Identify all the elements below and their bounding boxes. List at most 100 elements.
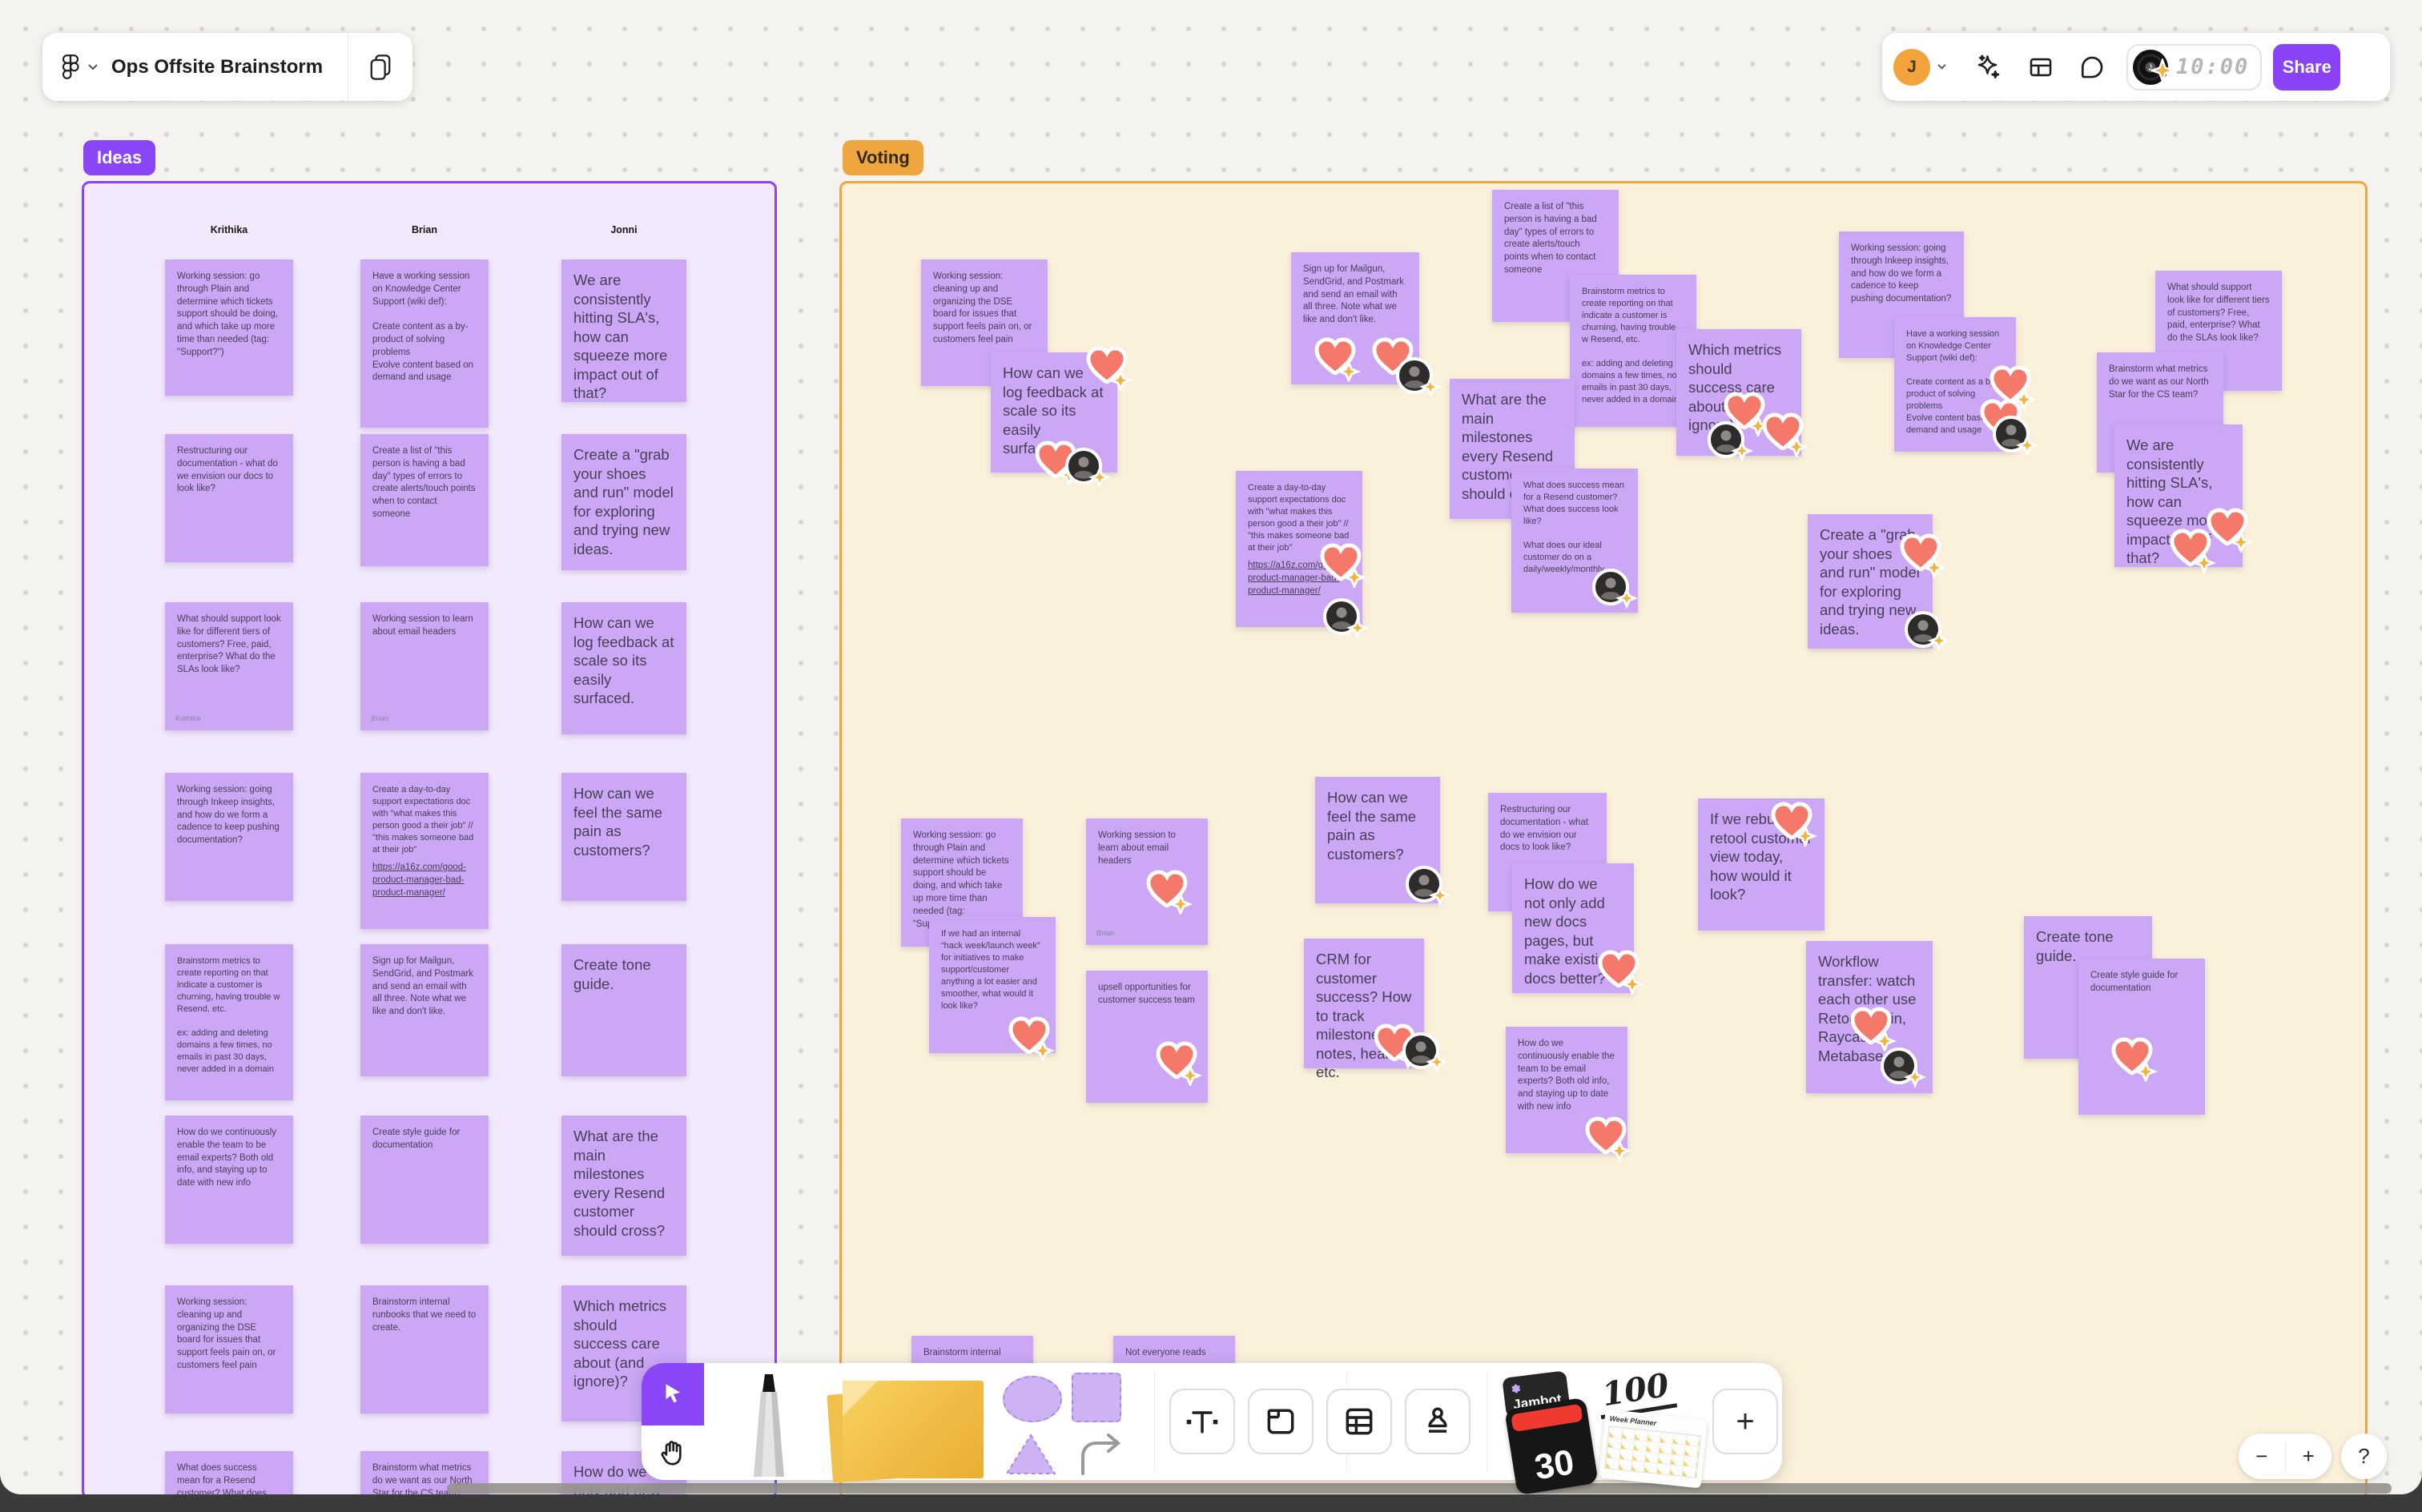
sticky-note-text: How can we log feedback at scale so its … <box>1003 364 1108 456</box>
sticky-note[interactable]: Have a working session on Knowledge Cent… <box>1894 317 2038 456</box>
sticky-note-text: Working session: going through Inkeep in… <box>177 785 283 846</box>
sticky-note[interactable]: How can we feel the same pain as custome… <box>561 773 686 901</box>
sticky-note[interactable]: How do we not only add new docs pages, b… <box>1512 863 1645 995</box>
sticky-note[interactable]: How can we feel the same pain as custome… <box>1315 777 1451 907</box>
sticky-note[interactable]: Working session: go through Plain and de… <box>165 259 293 396</box>
triangle-shape-tool[interactable] <box>1005 1432 1056 1477</box>
user-avatar[interactable]: J <box>1893 48 1930 86</box>
stamp-tool-button[interactable] <box>1405 1389 1470 1454</box>
sticky-note-text: Working session to learn about email hea… <box>1098 830 1179 866</box>
sticky-note[interactable]: Create a "grab your shoes and run" model… <box>561 434 686 570</box>
sticky-note[interactable]: Create a day-to-day support expectations… <box>1236 471 1369 639</box>
sticky-note[interactable]: What are the main milestones every Resen… <box>561 1116 686 1256</box>
sticky-note-text: Restructuring our documentation - what d… <box>177 446 281 494</box>
sticky-note-text: Create tone guide. <box>573 956 655 992</box>
sticky-note-text: We are consistently hitting SLA's, how c… <box>573 271 672 401</box>
sticky-note[interactable]: Working session: going through Inkeep in… <box>165 773 293 901</box>
sticky-note[interactable]: Sign up for Mailgun, SendGrid, and Postm… <box>360 944 489 1076</box>
chevron-down-icon[interactable] <box>87 63 99 71</box>
sticky-note-text: Working session: cleaning up and organiz… <box>933 271 1035 344</box>
ellipse-shape-tool[interactable] <box>1003 1376 1062 1422</box>
sticky-note[interactable]: Create a day-to-day support expectations… <box>360 773 489 929</box>
week-planner-widget[interactable]: Week Planner <box>1598 1409 1708 1489</box>
music-timer-widget[interactable]: ♪ 10:00 <box>2126 43 2263 90</box>
sticky-note[interactable]: Brainstorm internal runbooks that we nee… <box>360 1285 489 1413</box>
horizontal-scrollbar[interactable] <box>447 1483 2392 1494</box>
sticky-note-text: How can we feel the same pain as custome… <box>573 785 667 859</box>
help-button[interactable]: ? <box>2341 1434 2387 1479</box>
comment-bubble-icon[interactable] <box>2078 54 2106 81</box>
sticky-note[interactable]: If we had an internal “hack week/launch … <box>929 917 1056 1061</box>
text-tool-button[interactable] <box>1169 1389 1235 1454</box>
sticky-note-text: Brainstorm internal runbooks that we nee… <box>372 1297 479 1333</box>
sticky-note-text: Working session: go through Plain and de… <box>177 271 281 357</box>
marker-pen-tool[interactable] <box>725 1371 813 1478</box>
sticky-note[interactable]: Brainstorm metrics to create reporting o… <box>165 944 293 1100</box>
zoom-out-button[interactable]: − <box>2239 1444 2285 1469</box>
sticky-note[interactable]: If we rebuilt retool customer view today… <box>1698 798 1825 931</box>
sticky-note[interactable]: Working session to learn about email hea… <box>360 602 489 730</box>
sticky-note-text: How do we not only add new docs pages, b… <box>1524 875 1619 987</box>
select-tool-button[interactable] <box>642 1363 704 1426</box>
ideas-column-header-2: Brian <box>412 224 437 235</box>
sticky-note-text: How do we continuously enable the team t… <box>1518 1039 1618 1112</box>
pages-copy-icon[interactable] <box>348 53 412 82</box>
heart-sticker <box>1370 336 1419 382</box>
sticky-note[interactable]: Workflow transfer: watch each other use … <box>1806 941 1933 1093</box>
sticky-note-author: Brian <box>371 714 389 723</box>
sticky-note[interactable]: Create a "grab your shoes and run" model… <box>1808 514 1950 652</box>
sticky-note[interactable]: What does success mean for a Resend cust… <box>1511 468 1638 613</box>
sticky-note-text: Sign up for Mailgun, SendGrid, and Postm… <box>372 956 477 1017</box>
sticky-note[interactable]: Create style guide for documentation <box>360 1116 489 1244</box>
hand-icon <box>661 1441 682 1466</box>
heart-sticker <box>1312 336 1362 382</box>
section-label-voting[interactable]: Voting <box>843 140 923 175</box>
sticky-note[interactable]: Create style guide for documentation <box>2078 959 2205 1115</box>
sticky-note-link[interactable]: https://a16z.com/good-product-manager-ba… <box>1248 560 1350 597</box>
sticky-note[interactable]: What should support look like for differ… <box>165 602 293 730</box>
connector-arrow-tool[interactable] <box>1078 1429 1128 1477</box>
sticky-note-tool[interactable] <box>843 1381 984 1478</box>
sticky-note[interactable]: upsell opportunities for customer succes… <box>1086 971 1208 1103</box>
sticky-note[interactable]: Have a working session on Knowledge Cent… <box>360 259 489 428</box>
sticky-note[interactable]: Restructuring our documentation - what d… <box>165 434 293 562</box>
sticky-note[interactable]: We are consistently hitting SLA's, how c… <box>2114 424 2254 573</box>
figjam-canvas[interactable]: Ideas Voting Krithika Brian Jonni Working s… <box>0 0 2422 1494</box>
sticky-note[interactable]: Create a list of "this person is having … <box>360 434 489 566</box>
sticky-note[interactable]: What does success mean for a Resend cust… <box>165 1451 293 1494</box>
sticky-note[interactable]: How do we continuously enable the team t… <box>1506 1027 1632 1161</box>
sticky-note[interactable]: How can we log feedback at scale so its … <box>991 346 1133 489</box>
star-sticker-icon <box>2150 58 2175 82</box>
sticky-note[interactable]: How do we continuously enable the team t… <box>165 1116 293 1244</box>
chevron-down-icon[interactable] <box>1937 63 1947 70</box>
sticky-note-text: CRM for customer success? How to track m… <box>1316 951 1416 1080</box>
add-tool-button[interactable]: + <box>1712 1389 1778 1454</box>
cursor-arrow-icon <box>666 1384 681 1403</box>
sticky-note[interactable]: Working session: cleaning up and organiz… <box>165 1285 293 1413</box>
sticky-note[interactable]: Sign up for Mailgun, SendGrid, and Postm… <box>1291 252 1442 398</box>
zoom-in-button[interactable]: + <box>2286 1444 2332 1469</box>
table-tool-button[interactable] <box>1326 1389 1392 1454</box>
sticky-note[interactable]: CRM for customer success? How to track m… <box>1304 939 1448 1080</box>
sticky-note[interactable]: How can we log feedback at scale so its … <box>561 602 686 734</box>
section-tool-button[interactable] <box>1248 1389 1314 1454</box>
zoom-controls: − + <box>2239 1434 2331 1479</box>
share-button[interactable]: Share <box>2273 43 2341 90</box>
sticky-note-text: What should support look like for differ… <box>2167 283 2272 344</box>
heart-sticker <box>2109 1035 2158 1082</box>
sticky-note[interactable]: Create tone guide. <box>561 944 686 1076</box>
figma-logo-icon[interactable] <box>60 53 81 82</box>
section-label-ideas[interactable]: Ideas <box>83 140 156 175</box>
hand-tool-button[interactable] <box>642 1426 704 1480</box>
file-title[interactable]: Ops Offsite Brainstorm <box>111 56 323 78</box>
sticky-note[interactable]: Working session to learn about email hea… <box>1086 818 1208 945</box>
ai-sparkle-icon[interactable] <box>1974 53 2003 82</box>
planner-grid <box>1604 1426 1702 1478</box>
templates-grid-icon[interactable] <box>2027 54 2054 81</box>
sticky-note-text: Create a day-to-day support expectations… <box>372 785 477 855</box>
calendar-widget[interactable]: 30 <box>1504 1397 1599 1494</box>
square-shape-tool[interactable] <box>1072 1373 1121 1422</box>
sticky-note-link[interactable]: https://a16z.com/good-product-manager-ba… <box>372 862 477 899</box>
sticky-note[interactable]: Which metrics should success care about … <box>1676 329 1809 462</box>
sticky-note[interactable]: We are consistently hitting SLA's, how c… <box>561 259 686 402</box>
